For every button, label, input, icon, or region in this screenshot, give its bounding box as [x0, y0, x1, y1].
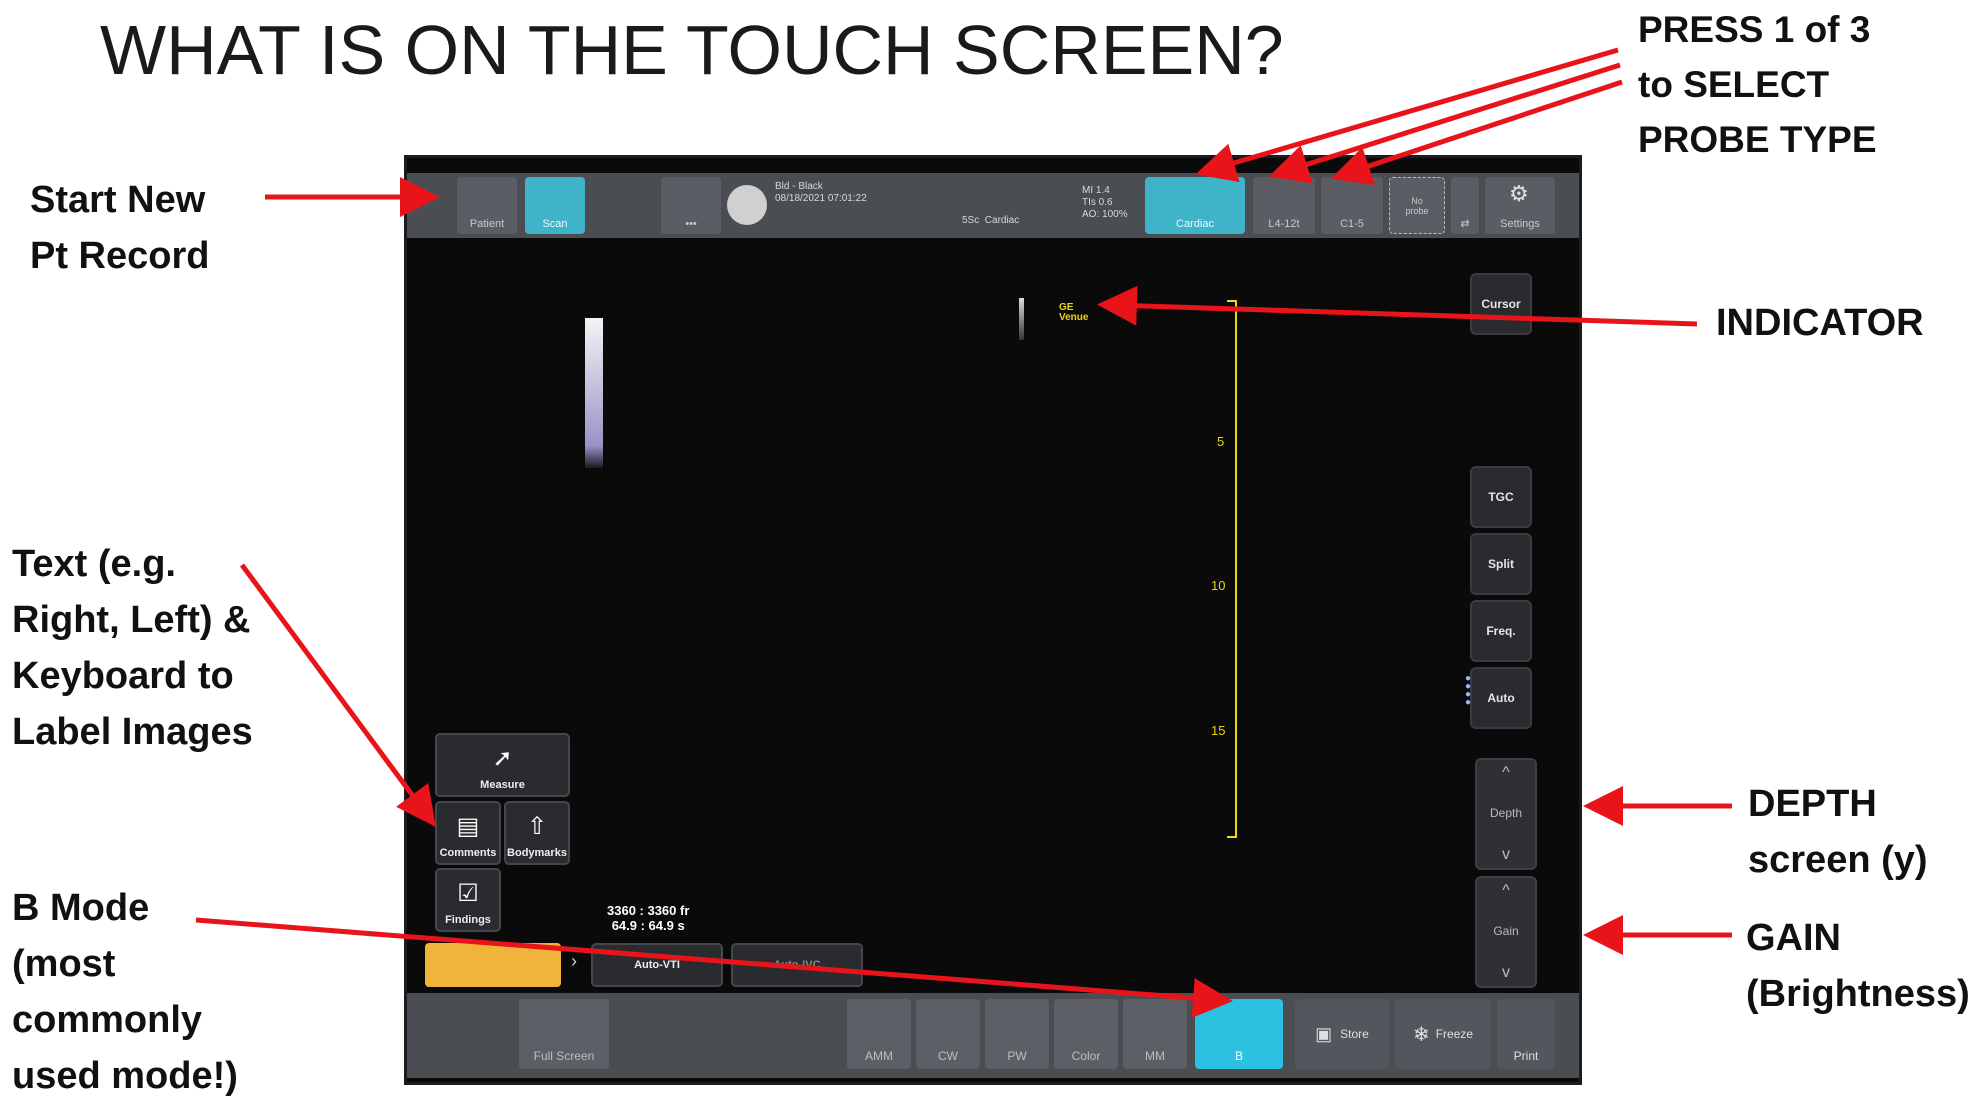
depth-tick-10: 10 — [1211, 578, 1226, 593]
touch-screen: Patient Scan ••• Bld - Black 08/18/2021 … — [404, 155, 1582, 1085]
annotation-text-keyboard: Text (e.g. Right, Left) & Keyboard to La… — [12, 543, 253, 753]
mode-mm-button[interactable]: MM — [1123, 999, 1187, 1069]
store-button[interactable]: ▣ Store — [1295, 999, 1389, 1069]
probe-l4-12t-button[interactable]: L4-12t — [1253, 177, 1315, 234]
comment-icon: ▤ — [456, 813, 480, 840]
split-button[interactable]: Split — [1470, 533, 1532, 595]
auto-vti-button[interactable]: Auto-VTI — [591, 943, 723, 987]
mi-info: MI 1.4 TIs 0.6 AO: 100% — [1082, 185, 1128, 220]
preset-label: 5Sc Cardiac — [962, 215, 1020, 226]
annotation-b-mode: B Mode (most commonly used mode!) — [12, 887, 238, 1097]
mode-b-button[interactable]: B — [1195, 999, 1283, 1069]
mode-color-button[interactable]: Color — [1054, 999, 1118, 1069]
settings-label: Settings — [1500, 218, 1540, 230]
camera-icon: ▣ — [1315, 1023, 1333, 1044]
freeze-button[interactable]: ❄ Freeze — [1395, 999, 1491, 1069]
full-screen-button[interactable]: Full Screen — [519, 999, 609, 1069]
gain-down-icon[interactable]: v — [1477, 964, 1535, 982]
findings-button[interactable]: ☑ Findings — [435, 868, 501, 932]
arrow-comments — [239, 563, 436, 828]
mode-amm-button[interactable]: AMM — [847, 999, 911, 1069]
annotation-gain: GAIN (Brightness) — [1746, 917, 1970, 1015]
cursor-button[interactable]: Cursor — [1470, 273, 1532, 335]
auto-tools-tab[interactable] — [425, 943, 561, 987]
patient-info: Bld - Black 08/18/2021 07:01:22 — [775, 181, 867, 204]
depth-tick-15: 15 — [1211, 723, 1226, 738]
clipboard-icon: ☑ — [457, 880, 479, 907]
gear-icon: ⚙ — [1509, 181, 1529, 206]
patient-button[interactable]: Patient — [457, 177, 517, 234]
depth-down-icon[interactable]: v — [1477, 846, 1535, 864]
depth-stepper[interactable]: ^ Depth v — [1475, 758, 1537, 870]
gain-stepper[interactable]: ^ Gain v — [1475, 876, 1537, 988]
depth-up-icon[interactable]: ^ — [1477, 764, 1535, 782]
annotation-start-new: Start New Pt Record — [30, 179, 210, 277]
transfer-icon: ⇄ — [1460, 218, 1470, 230]
frame-counter: 3360 : 3360 fr 64.9 : 64.9 s — [607, 903, 690, 933]
measure-button[interactable]: ➚ Measure — [435, 733, 570, 797]
comments-button[interactable]: ▤ Comments — [435, 801, 501, 865]
print-button[interactable]: Print — [1497, 999, 1555, 1069]
transfer-button[interactable]: ⇄ — [1451, 177, 1479, 234]
mode-cw-button[interactable]: CW — [916, 999, 980, 1069]
depth-tick-5: 5 — [1217, 434, 1225, 449]
more-options-icon[interactable]: ● ● ● ● — [1465, 674, 1471, 708]
bodymarks-button[interactable]: ⇧ Bodymarks — [504, 801, 570, 865]
grayscale-bar — [585, 318, 603, 468]
chevron-right-icon[interactable]: › — [571, 951, 577, 972]
bottom-bar: Full Screen AMM CW PW Color MM B ▣ Store… — [407, 993, 1579, 1078]
caliper-icon: ➚ — [492, 745, 513, 772]
gain-label: Gain — [1493, 924, 1519, 938]
slide-title: WHAT IS ON THE TOUCH SCREEN? — [100, 11, 1284, 89]
annotation-depth: DEPTH screen (y) — [1748, 783, 1928, 881]
annotation-indicator: INDICATOR — [1716, 302, 1924, 344]
scan-button[interactable]: Scan — [525, 177, 585, 234]
probe-cardiac-button[interactable]: Cardiac — [1145, 177, 1245, 234]
freq-button[interactable]: Freq. — [1470, 600, 1532, 662]
mode-pw-button[interactable]: PW — [985, 999, 1049, 1069]
annotation-press-probe: PRESS 1 of 3 to SELECT PROBE TYPE — [1638, 9, 1877, 160]
probe-c1-5-button[interactable]: C1-5 — [1321, 177, 1383, 234]
ge-venue-logo: GE Venue — [1059, 302, 1089, 323]
tgc-button[interactable]: TGC — [1470, 466, 1532, 528]
more-button[interactable]: ••• — [661, 177, 721, 234]
gain-up-icon[interactable]: ^ — [1477, 882, 1535, 900]
depth-scale — [1227, 300, 1247, 838]
depth-label: Depth — [1489, 806, 1523, 820]
auto-ivc-button[interactable]: Auto-IVC — [731, 943, 863, 987]
auto-button[interactable]: Auto — [1470, 667, 1532, 729]
no-probe-button[interactable]: No probe — [1389, 177, 1445, 234]
bodymark-icon: ⇧ — [526, 813, 548, 840]
top-bar: Patient Scan ••• Bld - Black 08/18/2021 … — [407, 173, 1579, 238]
orientation-marker-icon — [1019, 298, 1024, 340]
snowflake-icon: ❄ — [1412, 1023, 1430, 1046]
avatar — [727, 185, 767, 225]
